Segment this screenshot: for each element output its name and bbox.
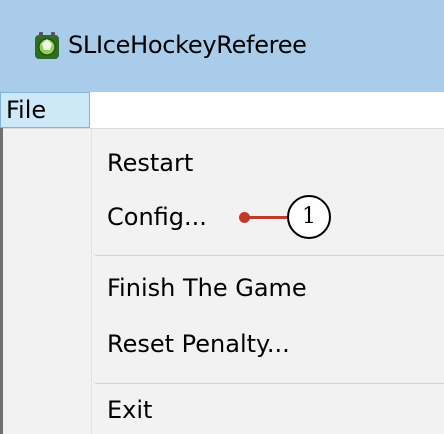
callout-pointer-dot — [239, 212, 250, 223]
menu-bar: File — [0, 92, 444, 129]
callout-badge: 1 — [287, 195, 331, 239]
menu-separator — [95, 383, 444, 384]
hockey-app-icon — [35, 32, 59, 59]
callout-number: 1 — [302, 204, 316, 229]
file-menu-label: File — [6, 96, 47, 124]
menu-gutter-divider — [91, 129, 92, 434]
window-title: SLIceHockeyReferee — [68, 31, 307, 59]
menu-icon-gutter — [3, 129, 91, 434]
menu-item-finish-the-game[interactable]: Finish The Game — [107, 271, 307, 305]
menu-separator — [95, 255, 444, 256]
window-titlebar: SLIceHockeyReferee — [0, 0, 444, 92]
menu-item-restart[interactable]: Restart — [107, 146, 193, 180]
menu-item-config[interactable]: Config... — [107, 200, 207, 234]
file-menu-button[interactable]: File — [0, 92, 90, 128]
menu-item-reset-penalty[interactable]: Reset Penalty... — [107, 327, 290, 361]
menu-item-exit[interactable]: Exit — [107, 393, 152, 427]
callout-pointer-line — [245, 216, 289, 219]
file-dropdown-menu: Restart Config... Finish The Game Reset … — [3, 129, 444, 434]
